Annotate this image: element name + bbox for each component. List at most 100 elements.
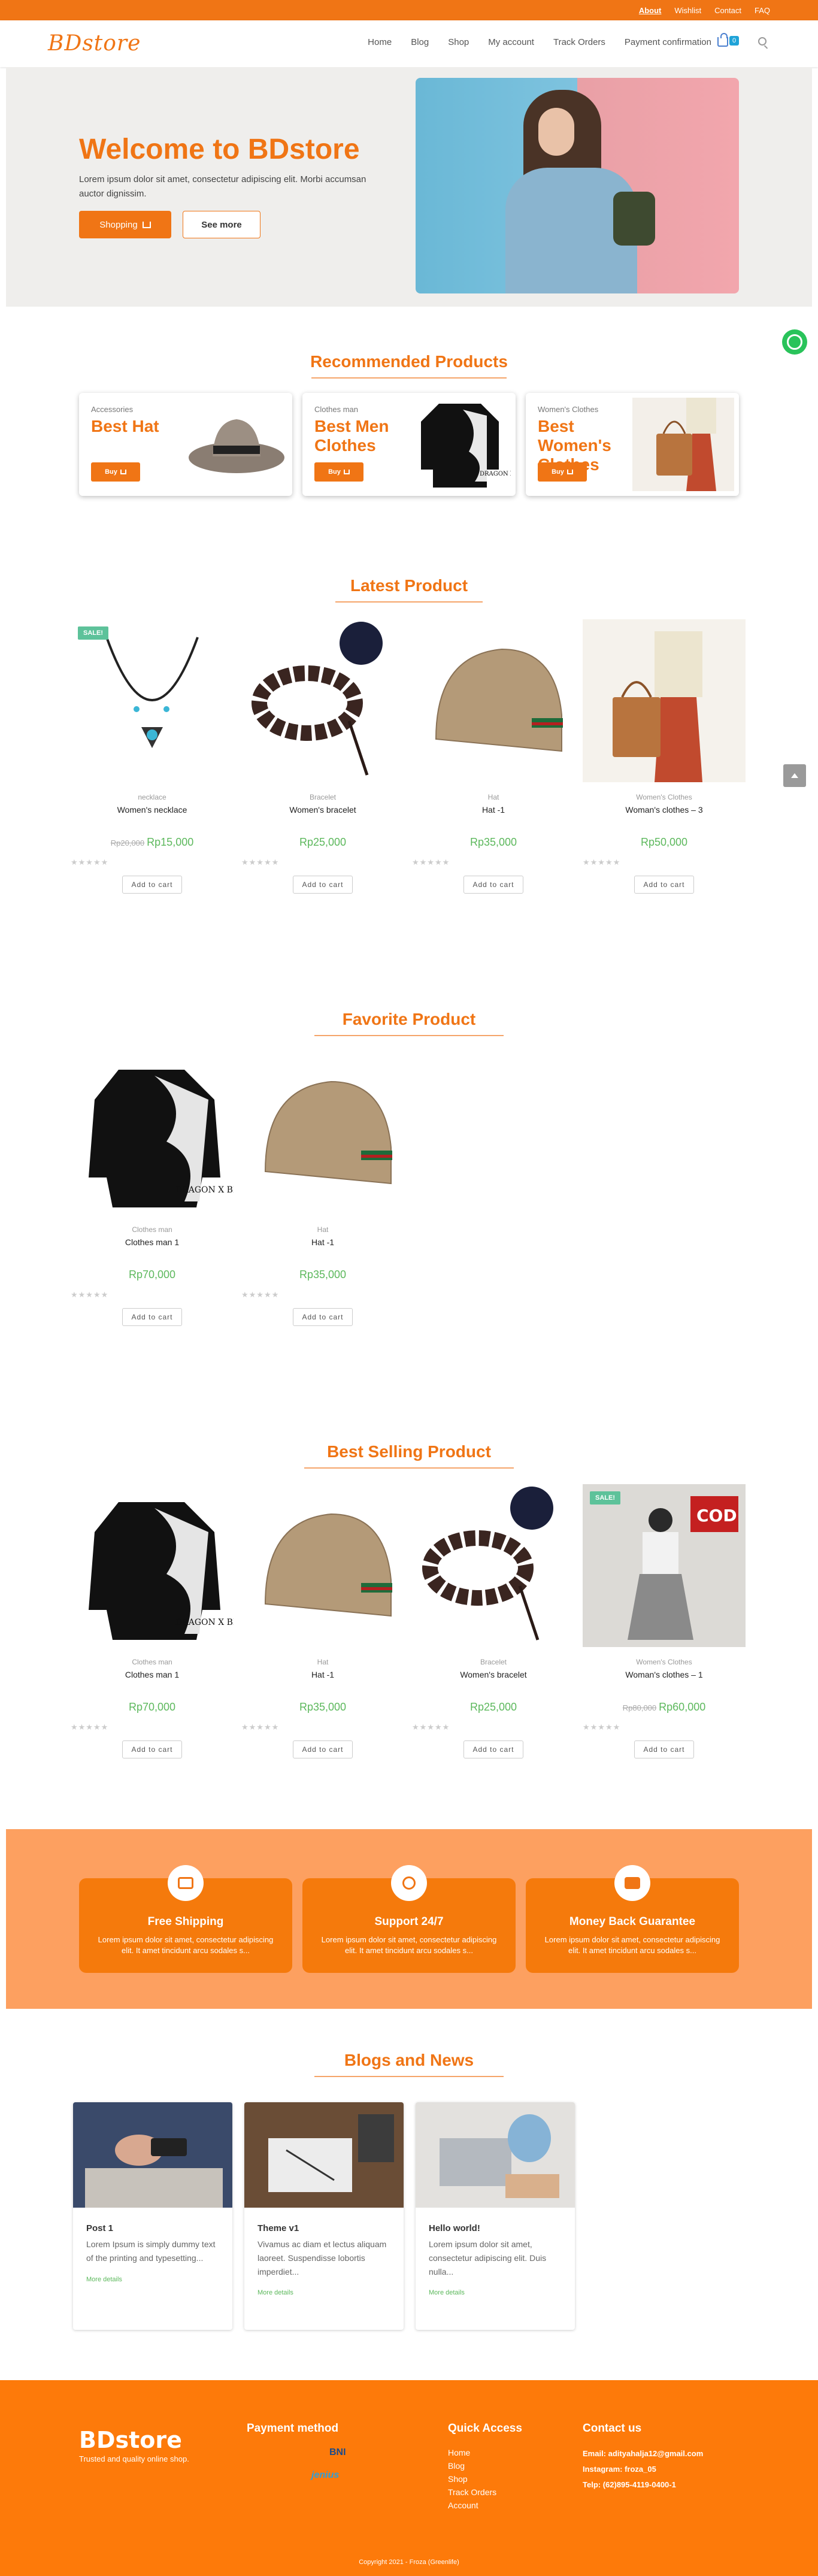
product-price: Rp60,000 <box>659 1701 706 1713</box>
product-card[interactable]: DRAGON X BLACK Clothes man Clothes man 1 Rp… <box>71 1052 234 1339</box>
feature-title: Support 24/7 <box>374 1915 444 1928</box>
buy-button-label: Buy <box>328 468 341 476</box>
topbar-link-contact[interactable]: Contact <box>714 6 741 15</box>
topbar-link-about[interactable]: About <box>639 6 662 15</box>
add-to-cart-button[interactable]: Add to cart <box>293 876 353 894</box>
nav-blog[interactable]: Blog <box>411 37 429 47</box>
nav-shop[interactable]: Shop <box>448 37 469 47</box>
product-category: necklace <box>138 793 166 801</box>
recommended-name: Best Men Clothes <box>314 417 389 455</box>
contact-heading: Contact us <box>583 2422 642 2435</box>
footer-tagline: Trusted and quality online shop. <box>79 2454 189 2463</box>
product-card[interactable]: DRAGON X BLACK Clothes man Clothes man 1 Rp… <box>71 1484 234 1772</box>
product-card[interactable]: Bracelet Women's bracelet Rp25,000 ★★★★★ Add… <box>241 619 404 907</box>
footer-logo[interactable]: BDstore <box>79 2427 182 2453</box>
rating-stars-icon: ★★★★★ <box>241 858 280 867</box>
blog-title[interactable]: Post 1 <box>86 2223 113 2233</box>
product-image[interactable]: SALE! COD <box>583 1484 746 1647</box>
add-to-cart-button[interactable]: Add to cart <box>122 876 182 894</box>
recommended-card-hat[interactable]: Accessories Best Hat Buy <box>79 393 292 496</box>
recommended-card-women[interactable]: Women's Clothes Best Women's Clothes Buy <box>526 393 739 496</box>
product-name[interactable]: Women's necklace <box>71 805 234 815</box>
blog-title[interactable]: Theme v1 <box>257 2223 299 2233</box>
product-image[interactable]: DRAGON X BLACK <box>71 1052 234 1215</box>
nav-payment-confirmation[interactable]: Payment confirmation <box>625 37 711 47</box>
shirt-print-text: DRAGON X BLACK <box>175 1618 234 1627</box>
product-image[interactable] <box>241 1052 404 1215</box>
product-image[interactable]: DRAGON X BLACK <box>71 1484 234 1647</box>
product-card[interactable]: SALE! COD Women's Clothes Woman's clothes –… <box>583 1484 746 1772</box>
add-to-cart-button[interactable]: Add to cart <box>122 1308 182 1326</box>
add-to-cart-button[interactable]: Add to cart <box>634 876 694 894</box>
cart-button[interactable]: 0 <box>717 33 744 50</box>
product-name[interactable]: Woman's clothes – 1 <box>583 1670 746 1679</box>
footer-link-shop[interactable]: Shop <box>448 2472 496 2486</box>
product-card[interactable]: Bracelet Women's bracelet Rp25,000 ★★★★★ Add… <box>412 1484 575 1772</box>
cod-badge-text: COD <box>696 1506 737 1525</box>
add-to-cart-button[interactable]: Add to cart <box>122 1740 182 1758</box>
shopping-button[interactable]: Shopping <box>79 211 171 238</box>
product-name[interactable]: Hat -1 <box>412 805 575 815</box>
whatsapp-icon[interactable] <box>782 329 807 355</box>
footer-link-home[interactable]: Home <box>448 2446 496 2459</box>
rating-stars-icon: ★★★★★ <box>71 1723 109 1732</box>
product-card[interactable]: Hat Hat -1 Rp35,000 ★★★★★ Add to cart <box>241 1484 404 1772</box>
product-name[interactable]: Women's bracelet <box>241 805 404 815</box>
rating-stars-icon: ★★★★★ <box>412 858 450 867</box>
blog-title[interactable]: Hello world! <box>429 2223 480 2233</box>
nav-track-orders[interactable]: Track Orders <box>553 37 605 47</box>
product-name[interactable]: Women's bracelet <box>412 1670 575 1679</box>
search-icon[interactable] <box>758 37 767 46</box>
product-category: Hat <box>317 1658 329 1666</box>
product-name[interactable]: Clothes man 1 <box>71 1670 234 1679</box>
topbar-link-wishlist[interactable]: Wishlist <box>674 6 701 15</box>
product-name[interactable]: Clothes man 1 <box>71 1237 234 1247</box>
blog-more-link[interactable]: More details <box>429 2289 465 2296</box>
product-image[interactable] <box>583 619 746 782</box>
product-image[interactable] <box>412 1484 575 1647</box>
blog-more-link[interactable]: More details <box>86 2276 122 2283</box>
product-card[interactable]: SALE! necklace Women's necklace Rp20,000 Rp1… <box>71 619 234 907</box>
product-price-row: Rp70,000 <box>71 1269 234 1281</box>
shopping-bag-icon <box>717 33 728 47</box>
blog-excerpt: Lorem Ipsum is simply dummy text of the … <box>86 2239 216 2263</box>
buy-button[interactable]: Buy <box>538 462 587 482</box>
product-card[interactable]: Hat Hat -1 Rp35,000 ★★★★★ Add to cart <box>241 1052 404 1339</box>
blog-card[interactable]: Theme v1 Vivamus ac diam et lectus aliqu… <box>244 2102 404 2330</box>
product-image[interactable]: SALE! <box>71 619 234 782</box>
product-name[interactable]: Woman's clothes – 3 <box>583 805 746 815</box>
product-name[interactable]: Hat -1 <box>241 1670 404 1679</box>
contact-phone[interactable]: Telp: (62)895-4119-0400-1 <box>583 2477 703 2493</box>
footer-link-account[interactable]: Account <box>448 2499 496 2512</box>
add-to-cart-button[interactable]: Add to cart <box>293 1740 353 1758</box>
blog-card[interactable]: Post 1 Lorem Ipsum is simply dummy text … <box>73 2102 232 2330</box>
footer-link-track-orders[interactable]: Track Orders <box>448 2486 496 2499</box>
product-card[interactable]: Hat Hat -1 Rp35,000 ★★★★★ Add to cart <box>412 619 575 907</box>
add-to-cart-button[interactable]: Add to cart <box>463 1740 523 1758</box>
blog-card[interactable]: Hello world! Lorem ipsum dolor sit amet,… <box>416 2102 575 2330</box>
see-more-button[interactable]: See more <box>183 211 260 238</box>
product-price: Rp70,000 <box>128 1269 176 1281</box>
buy-button[interactable]: Buy <box>91 462 140 482</box>
blog-more-link[interactable]: More details <box>257 2289 293 2296</box>
contact-instagram[interactable]: Instagram: froza_05 <box>583 2462 703 2477</box>
contact-email[interactable]: Email: adityahalja12@gmail.com <box>583 2446 703 2462</box>
product-image[interactable] <box>412 619 575 782</box>
nav-home[interactable]: Home <box>368 37 392 47</box>
site-logo[interactable]: BDstore <box>48 31 141 56</box>
product-image[interactable] <box>241 619 404 782</box>
product-card[interactable]: Women's Clothes Woman's clothes – 3 Rp50,0… <box>583 619 746 907</box>
recommended-card-men[interactable]: Clothes man Best Men Clothes Buy DRAGON … <box>302 393 516 496</box>
nav-my-account[interactable]: My account <box>488 37 534 47</box>
buy-button[interactable]: Buy <box>314 462 363 482</box>
add-to-cart-button[interactable]: Add to cart <box>463 876 523 894</box>
topbar-link-faq[interactable]: FAQ <box>755 6 770 15</box>
add-to-cart-button[interactable]: Add to cart <box>293 1308 353 1326</box>
scroll-to-top-button[interactable] <box>783 764 806 787</box>
section-divider <box>314 1035 504 1036</box>
product-image[interactable] <box>241 1484 404 1647</box>
feature-title: Money Back Guarantee <box>569 1915 696 1928</box>
product-name[interactable]: Hat -1 <box>241 1237 404 1247</box>
footer-link-blog[interactable]: Blog <box>448 2459 496 2472</box>
add-to-cart-button[interactable]: Add to cart <box>634 1740 694 1758</box>
